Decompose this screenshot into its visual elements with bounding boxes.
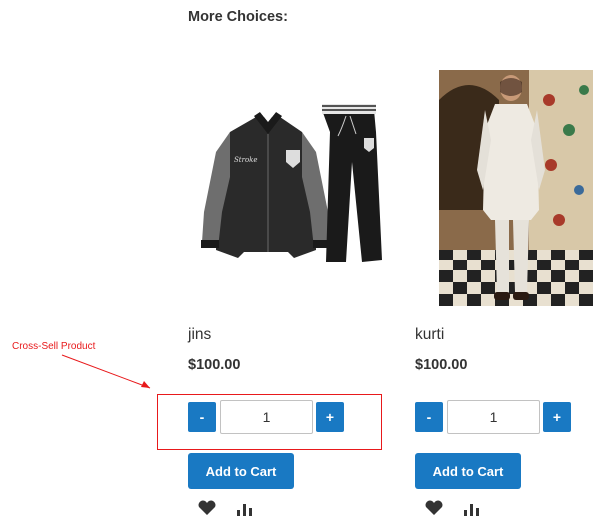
compare-icon[interactable] <box>463 500 483 516</box>
qty-increment-button[interactable]: + <box>543 402 571 432</box>
product-image-kurti[interactable] <box>439 70 593 306</box>
tracksuit-image: Stroke <box>201 104 382 262</box>
product-price: $100.00 <box>415 357 468 373</box>
add-to-cart-button[interactable]: Add to Cart <box>188 453 294 489</box>
product-name[interactable]: kurti <box>415 326 444 344</box>
annotation-box <box>157 394 382 450</box>
heart-icon[interactable] <box>197 500 217 516</box>
section-title: More Choices: <box>188 9 288 25</box>
add-to-cart-button[interactable]: Add to Cart <box>415 453 521 489</box>
svg-text:Stroke: Stroke <box>234 156 258 164</box>
qty-input[interactable] <box>447 400 540 434</box>
product-image-jins[interactable]: Stroke <box>196 92 392 282</box>
annotation-label: Cross-Sell Product <box>12 341 96 352</box>
kurta-model-image <box>439 70 593 306</box>
heart-icon[interactable] <box>424 500 444 516</box>
product-name[interactable]: jins <box>188 326 211 344</box>
compare-icon[interactable] <box>236 500 256 516</box>
qty-decrement-button[interactable]: - <box>415 402 443 432</box>
product-price: $100.00 <box>188 357 241 373</box>
